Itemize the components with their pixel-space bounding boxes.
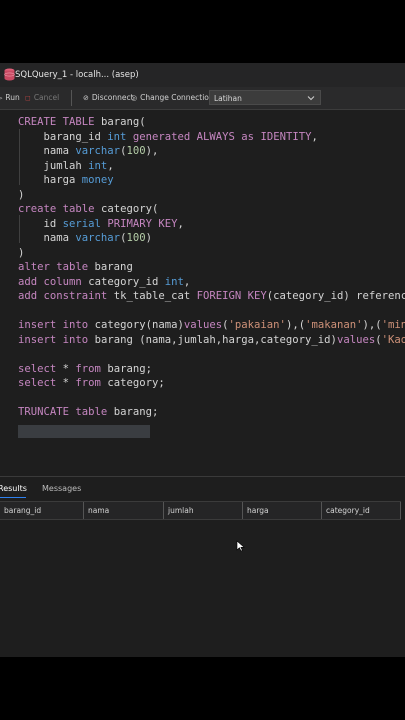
code-line: ) [18, 188, 25, 201]
code-line: nama varchar(100) [18, 232, 152, 244]
active-tab-indicator [0, 497, 26, 498]
selection-highlight [18, 425, 150, 438]
connection-icon: ◎ [131, 94, 138, 102]
change-connection-label: Change Connection [140, 93, 214, 102]
tab-results[interactable]: Results [0, 484, 27, 493]
code-line: jumlah int, [18, 159, 114, 172]
run-button[interactable]: ▷Run [0, 93, 20, 102]
tab-messages[interactable]: Messages [42, 484, 81, 493]
column-header-barang-id[interactable]: barang_id [0, 502, 84, 519]
column-header-jumlah[interactable]: jumlah [164, 502, 243, 519]
query-toolbar: ▷Run ◻Cancel ⊘Disconnect ◎Change Connect… [0, 87, 405, 110]
code-line: create table category( [18, 203, 159, 215]
column-header-label: nama [88, 506, 110, 515]
code-line: insert into barang (nama,jumlah,harga,ca… [18, 333, 405, 346]
cancel-button[interactable]: ◻ Cancel [25, 93, 59, 102]
mouse-pointer-icon [236, 540, 245, 552]
database-select-value: Latihan [214, 94, 242, 103]
disconnect-button[interactable]: ⊘ Disconnect [83, 93, 134, 102]
database-select[interactable]: Latihan [209, 90, 321, 105]
plug-icon: ⊘ [83, 94, 89, 102]
query-tab-title[interactable]: SQLQuery_1 - localh... (asep) [15, 70, 139, 80]
query-tab-bar: SQLQuery_1 - localh... (asep) [0, 63, 405, 87]
stop-icon: ◻ [25, 94, 31, 102]
play-icon: ▷ [0, 94, 2, 102]
code-line: nama varchar(100), [18, 145, 159, 157]
results-panel: Results Messages barang_id nama jumlah h… [0, 476, 405, 657]
code-line: alter table barang [18, 261, 133, 273]
run-label: Run [5, 93, 20, 102]
sql-editor-window: SQLQuery_1 - localh... (asep) ▷Run ◻Canc… [0, 63, 405, 657]
column-header-label: harga [247, 506, 269, 515]
cancel-label: Cancel [33, 93, 60, 102]
disconnect-label: Disconnect [91, 93, 134, 102]
column-header-harga[interactable]: harga [243, 502, 322, 519]
code-line: add column category_id int, [18, 275, 191, 288]
code-line: CREATE TABLE barang( [18, 116, 146, 128]
column-header-nama[interactable]: nama [84, 502, 164, 519]
code-line: barang_id int generated ALWAYS as IDENTI… [18, 130, 318, 143]
column-header-label: barang_id [4, 506, 42, 515]
code-line: select * from barang; [18, 362, 152, 375]
code-line: id serial PRIMARY KEY, [18, 217, 184, 230]
code-editor[interactable]: CREATE TABLE barang( barang_id int gener… [0, 110, 405, 474]
code-line: harga money [18, 174, 114, 186]
chevron-down-icon [307, 96, 315, 101]
database-icon [4, 68, 15, 81]
column-header-category-id[interactable]: category_id [322, 502, 401, 519]
results-grid-header: barang_id nama jumlah harga category_id [0, 501, 401, 520]
code-line: insert into category(nama)values('pakaia… [18, 319, 405, 331]
code-line: select * from category; [18, 377, 165, 389]
column-header-label: category_id [326, 506, 370, 515]
change-connection-button[interactable]: ◎ Change Connection [131, 93, 214, 102]
code-line: ) [18, 246, 25, 259]
column-header-label: jumlah [168, 506, 194, 515]
code-line: TRUNCATE table barang; [18, 406, 159, 418]
toolbar-divider [71, 90, 72, 106]
code-line: add constraint tk_table_cat FOREIGN KEY(… [18, 290, 405, 302]
